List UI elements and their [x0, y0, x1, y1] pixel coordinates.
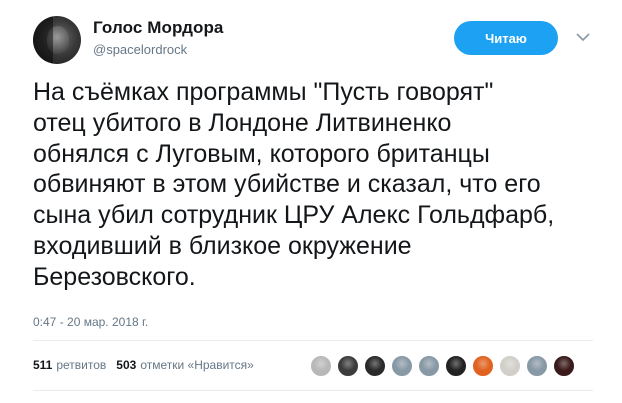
tweet-text-line: отец убитого в Лондоне Литвиненко	[33, 108, 452, 137]
following-button[interactable]: Читаю	[454, 21, 558, 55]
likes-label: отметки «Нравится»	[140, 358, 254, 372]
tweet-timestamp[interactable]: 0:47 - 20 мар. 2018 г.	[33, 315, 148, 329]
tweet-text: На съёмках программы "Пусть говорят" оте…	[33, 77, 593, 293]
liker-avatar-5[interactable]	[418, 355, 440, 377]
author-avatar[interactable]	[33, 16, 81, 64]
chevron-down-icon[interactable]	[576, 30, 590, 44]
liker-avatar-1[interactable]	[310, 355, 332, 377]
liker-avatar-3[interactable]	[364, 355, 386, 377]
engagement-stats: 511 ретвитов 503 отметки «Нравится»	[33, 352, 264, 378]
tweet-text-line: обнялся с Луговым, которого британцы	[33, 139, 490, 168]
likers-avatars	[310, 353, 580, 379]
tweet-header: Голос Мордора @spacelordrock Читаю	[0, 0, 622, 76]
tweet-text-line: Березовского.	[33, 262, 196, 291]
retweets-stat[interactable]: 511 ретвитов	[33, 358, 106, 372]
tweet-text-line: сына убил сотрудник ЦРУ Алекс Гольдфарб,	[33, 201, 555, 230]
tweet-text-line: обвиняют в этом убийстве и сказал, что е…	[33, 170, 541, 199]
liker-avatar-4[interactable]	[391, 355, 413, 377]
divider	[33, 340, 593, 341]
retweets-count: 511	[33, 358, 53, 372]
liker-avatar-10[interactable]	[553, 355, 575, 377]
tweet-text-line: На съёмках программы "Пусть говорят"	[33, 78, 494, 106]
divider	[33, 390, 593, 391]
liker-avatar-9[interactable]	[526, 355, 548, 377]
likes-count: 503	[116, 358, 137, 372]
liker-avatar-6[interactable]	[445, 355, 467, 377]
tweet-text-line: входивший в близкое окружение	[33, 231, 412, 260]
liker-avatar-2[interactable]	[337, 355, 359, 377]
author-handle[interactable]: @spacelordrock	[93, 42, 187, 57]
avatar-shade	[33, 16, 53, 64]
author-display-name[interactable]: Голос Мордора	[93, 18, 224, 38]
liker-avatar-7[interactable]	[472, 355, 494, 377]
liker-avatar-8[interactable]	[499, 355, 521, 377]
likes-stat[interactable]: 503 отметки «Нравится»	[116, 358, 254, 372]
retweets-label: ретвитов	[56, 358, 107, 372]
